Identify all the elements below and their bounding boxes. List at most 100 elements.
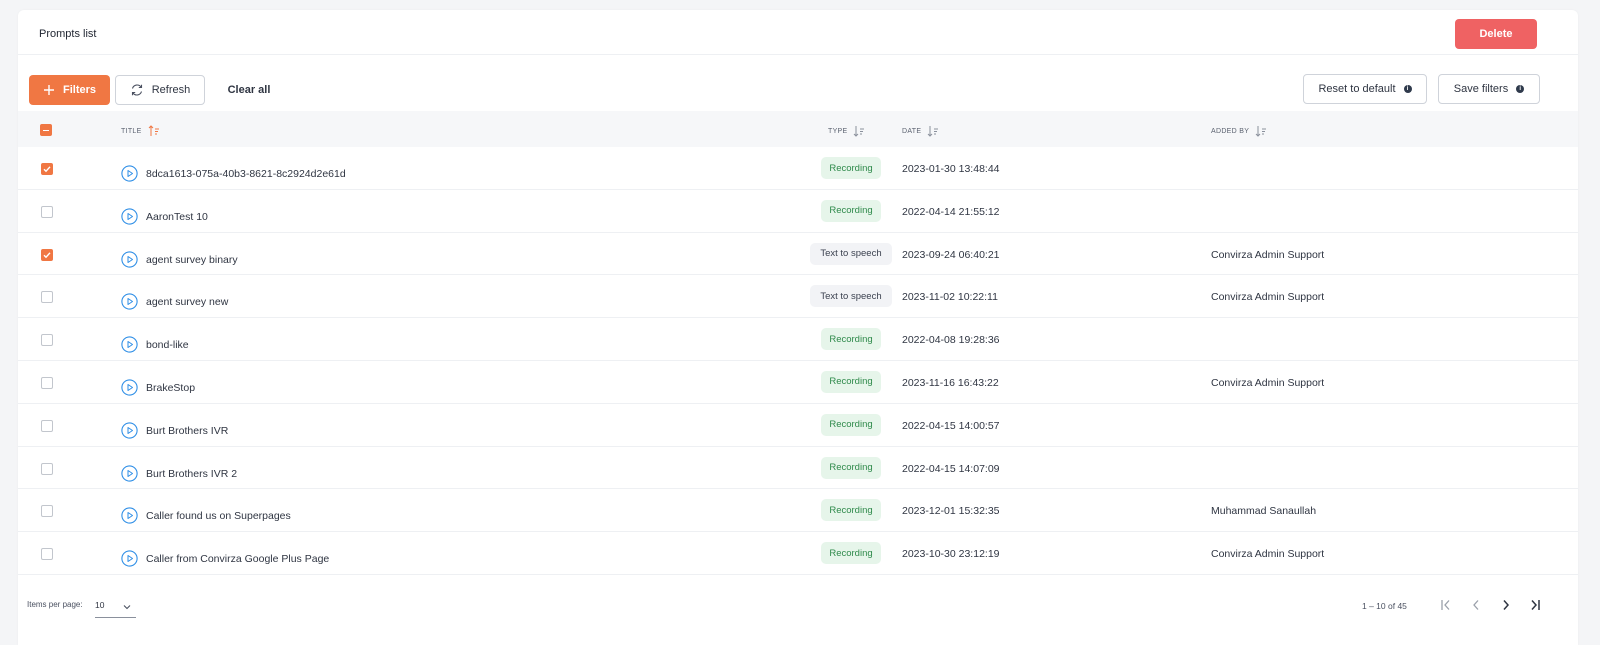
row-checkbox[interactable] <box>41 163 53 175</box>
play-icon[interactable] <box>121 336 138 353</box>
play-icon[interactable] <box>121 507 138 525</box>
type-badge: Recording <box>821 199 881 222</box>
prompt-date: 2023-11-16 16:43:22 <box>902 376 999 389</box>
prompt-title: bond-like <box>146 339 189 352</box>
type-badge: Text to speech <box>810 285 892 308</box>
prompt-date: 2023-09-24 06:40:21 <box>902 248 1000 261</box>
sort-icon <box>928 126 939 137</box>
table-row[interactable]: Burt Brothers IVR Recording 2022-04-15 14:… <box>18 404 1578 447</box>
table-row[interactable]: Caller found us on Superpages Recording 20… <box>18 489 1578 533</box>
play-icon[interactable] <box>121 165 138 182</box>
items-per-page-label: Items per page: <box>27 600 83 609</box>
info-icon: i <box>1403 85 1412 93</box>
added-by: Convirza Admin Support <box>1211 376 1325 389</box>
table-row[interactable]: AaronTest 10 Recording 2022-04-14 21:55:12 <box>18 190 1578 233</box>
table-body: 8dca1613-075a-40b3-8621-8c2924d2e61d Reco… <box>18 147 1578 575</box>
prompt-title: agent survey new <box>146 296 229 309</box>
row-checkbox[interactable] <box>41 505 53 518</box>
save-filters-button[interactable]: Save filters i <box>1438 74 1540 104</box>
prompt-title: Caller found us on Superpages <box>146 510 291 523</box>
reset-to-default-button[interactable]: Reset to default i <box>1303 74 1427 104</box>
filters-label: Filters <box>62 84 96 96</box>
column-header-added-by[interactable]: ADDED BY <box>1211 125 1267 137</box>
sort-icon <box>148 125 159 136</box>
prompt-title: BrakeStop <box>146 381 196 394</box>
filters-button[interactable]: Filters <box>29 75 110 105</box>
prompt-date: 2023-01-30 13:48:44 <box>902 163 1000 175</box>
items-per-page-value: 10 <box>95 600 105 610</box>
added-by: Convirza Admin Support <box>1211 548 1325 561</box>
added-by: Muhammad Sanaullah <box>1211 505 1317 518</box>
table-row[interactable]: 8dca1613-075a-40b3-8621-8c2924d2e61d Reco… <box>18 147 1578 190</box>
prompt-date: 2023-12-01 15:32:35 <box>902 505 1000 518</box>
clear-all-button[interactable]: Clear all <box>217 75 281 105</box>
row-checkbox[interactable] <box>41 548 53 561</box>
prompt-date: 2023-11-02 10:22:11 <box>902 291 998 304</box>
first-page-icon[interactable] <box>1437 596 1455 614</box>
play-icon[interactable] <box>121 550 138 567</box>
table-row[interactable]: BrakeStop Recording 2023-11-16 16:43:22 Con… <box>18 361 1578 404</box>
prompt-title: Burt Brothers IVR <box>146 424 229 437</box>
table-row[interactable]: Caller from Convirza Google Plus Page Rec… <box>18 532 1578 575</box>
table-row[interactable]: agent survey new Text to speech 2023-11-02… <box>18 275 1578 319</box>
last-page-icon[interactable] <box>1526 596 1544 614</box>
column-header-date[interactable]: DATE <box>902 125 939 137</box>
type-badge: Text to speech <box>810 242 892 265</box>
next-page-icon[interactable] <box>1497 596 1515 614</box>
check-icon <box>43 166 51 173</box>
prompt-title: agent survey binary <box>146 253 238 266</box>
pagination-range: 1 – 10 of 45 <box>1362 601 1407 611</box>
play-icon[interactable] <box>121 250 138 268</box>
type-badge: Recording <box>821 542 881 565</box>
table-row[interactable]: Burt Brothers IVR 2 Recording 2022-04-15 1… <box>18 447 1578 490</box>
row-checkbox[interactable] <box>41 334 53 347</box>
sort-icon <box>1255 126 1267 137</box>
added-by: Convirza Admin Support <box>1211 291 1325 304</box>
sort-icon <box>854 126 865 137</box>
items-per-page-select[interactable]: 10 <box>95 594 136 618</box>
type-badge: Recording <box>821 456 881 479</box>
added-by: Convirza Admin Support <box>1211 248 1325 261</box>
table-row[interactable]: bond-like Recording 2022-04-08 19:28:36 <box>18 318 1578 361</box>
plus-icon <box>43 85 54 95</box>
table-header: TITLE TYPE DATE ADDED BY <box>18 111 1578 147</box>
type-badge: Recording <box>821 370 881 393</box>
play-icon[interactable] <box>121 293 138 311</box>
prompts-card: Prompts list Delete Filters Refresh Clea… <box>18 10 1578 645</box>
prompt-title: 8dca1613-075a-40b3-8621-8c2924d2e61d <box>146 168 346 180</box>
refresh-icon <box>131 84 142 96</box>
table-footer: Items per page: 10 1 – 10 of 45 <box>18 575 1578 645</box>
play-icon[interactable] <box>121 422 138 439</box>
play-icon[interactable] <box>121 208 138 225</box>
row-checkbox[interactable] <box>41 462 53 475</box>
row-checkbox[interactable] <box>41 291 53 304</box>
refresh-button[interactable]: Refresh <box>115 75 205 105</box>
row-checkbox[interactable] <box>41 376 53 389</box>
column-header-type[interactable]: TYPE <box>828 125 865 137</box>
row-checkbox[interactable] <box>41 205 53 218</box>
chevron-down-icon <box>123 605 131 610</box>
previous-page-icon[interactable] <box>1467 596 1485 614</box>
play-icon[interactable] <box>121 464 138 482</box>
column-header-title[interactable]: TITLE <box>121 125 160 137</box>
play-icon[interactable] <box>121 379 138 396</box>
prompt-date: 2022-04-14 21:55:12 <box>902 205 1000 218</box>
prompt-title: Burt Brothers IVR 2 <box>146 467 238 480</box>
delete-button[interactable]: Delete <box>1455 19 1537 49</box>
type-badge: Recording <box>821 328 881 351</box>
row-checkbox[interactable] <box>41 248 53 261</box>
table-row[interactable]: agent survey binary Text to speech 2023-09… <box>18 233 1578 276</box>
info-icon: i <box>1516 85 1525 93</box>
prompt-date: 2022-04-08 19:28:36 <box>902 334 1000 347</box>
prompt-date: 2022-04-15 14:00:57 <box>902 419 1000 432</box>
reset-label: Reset to default <box>1318 83 1396 95</box>
select-all-checkbox[interactable] <box>40 124 52 136</box>
page-title: Prompts list <box>39 28 97 40</box>
prompt-date: 2022-04-15 14:07:09 <box>902 462 1000 475</box>
check-icon <box>43 251 51 258</box>
prompt-title: Caller from Convirza Google Plus Page <box>146 553 330 566</box>
prompt-date: 2023-10-30 23:12:19 <box>902 548 1000 561</box>
row-checkbox[interactable] <box>41 419 53 432</box>
toolbar: Filters Refresh Clear all Reset to defau… <box>18 56 1578 111</box>
type-badge: Recording <box>821 157 881 179</box>
